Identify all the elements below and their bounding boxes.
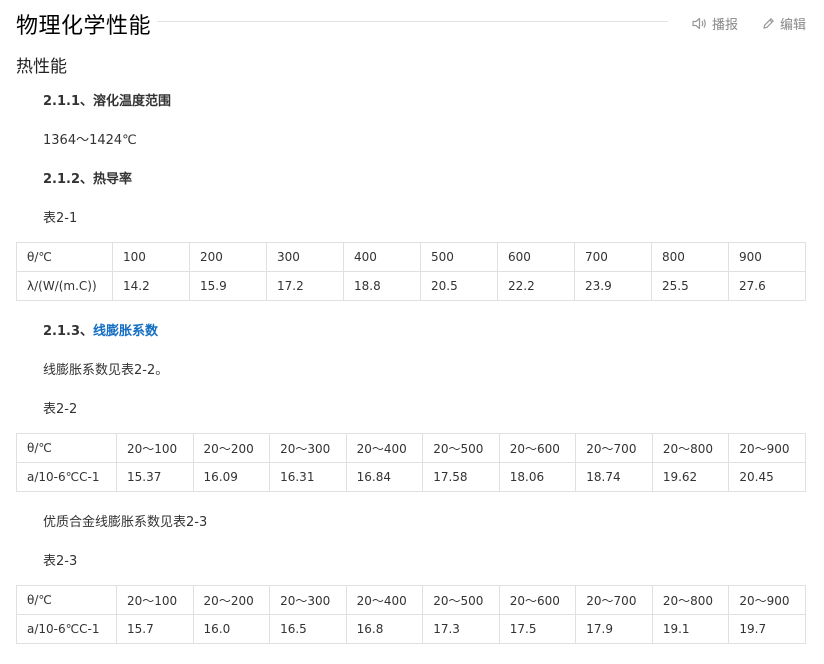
table-cell: 20～400 (345, 585, 424, 615)
table-cell: 100 (112, 242, 190, 272)
table-cell: 20～300 (269, 433, 347, 463)
table-cell: 16.0 (192, 614, 271, 644)
table-cell: 700 (574, 242, 652, 272)
table-cell: λ/(W/(m.C)) (16, 271, 113, 301)
table-cell: 400 (343, 242, 421, 272)
table-cell: 18.8 (343, 271, 421, 301)
table-cell: 20～900 (728, 585, 806, 615)
table-cell: a/10-6℃C-1 (16, 462, 117, 492)
speaker-icon (692, 17, 706, 30)
table-cell: θ/℃ (16, 242, 113, 272)
pencil-icon (763, 18, 774, 29)
section-header: 物理化学性能 播报 编辑 (16, 6, 810, 39)
table-cell: 16.5 (269, 614, 347, 644)
table-cell: θ/℃ (16, 433, 117, 463)
table-cell: 300 (266, 242, 344, 272)
play-button[interactable]: 播报 (692, 14, 738, 33)
table-cell: 25.5 (651, 271, 729, 301)
table-cell: 20.5 (420, 271, 498, 301)
edit-button[interactable]: 编辑 (762, 14, 806, 33)
table-cell: 20.45 (728, 462, 806, 492)
table-cell: 20～500 (422, 585, 500, 615)
table-cell: 19.1 (651, 614, 730, 644)
table-cell: 16.09 (192, 462, 271, 492)
table-cell: 20～200 (192, 433, 271, 463)
expansion-heading-number: 2.1.3、 (43, 324, 94, 339)
table-cell: 17.9 (575, 614, 653, 644)
table-cell: 17.2 (266, 271, 344, 301)
table-row: a/10-6℃C-1 15.37 16.09 16.31 16.84 17.58… (16, 462, 806, 492)
table-cell: 19.62 (651, 462, 730, 492)
table-cell: 200 (189, 242, 267, 272)
table-cell: 20～400 (345, 433, 424, 463)
table-cell: a/10-6℃C-1 (16, 614, 117, 644)
table-cell: 17.58 (422, 462, 500, 492)
table-cell: 20～300 (269, 585, 347, 615)
table-cell: 22.2 (497, 271, 575, 301)
expansion-text: 线膨胀系数见表2-2。 (43, 363, 169, 378)
table-cell: 16.84 (345, 462, 424, 492)
table-cell: 500 (420, 242, 498, 272)
table-cell: 20～600 (498, 433, 577, 463)
table-cell: 20～700 (575, 433, 653, 463)
title-divider (157, 21, 668, 22)
table-cell: 20～500 (422, 433, 500, 463)
table-cell: 15.37 (116, 462, 194, 492)
table-cell: 16.8 (345, 614, 424, 644)
thermal-conductivity-table: θ/℃ 100 200 300 400 500 600 700 800 900 … (16, 242, 806, 301)
table-row: θ/℃ 20～100 20～200 20～300 20～400 20～500 2… (16, 433, 806, 463)
table-cell: 16.31 (269, 462, 347, 492)
table-row: a/10-6℃C-1 15.7 16.0 16.5 16.8 17.3 17.5… (16, 614, 806, 644)
melting-range-value: 1364～1424℃ (43, 133, 137, 148)
table-cell: 20～600 (498, 585, 577, 615)
table-cell: 27.6 (728, 271, 806, 301)
table-cell: 900 (728, 242, 806, 272)
alloy-expansion-table: θ/℃ 20～100 20～200 20～300 20～400 20～500 2… (16, 585, 806, 644)
expansion-heading: 2.1.3、线膨胀系数 (43, 320, 158, 339)
edit-label: 编辑 (780, 18, 807, 33)
table-caption-2-3: 表2-3 (43, 554, 78, 569)
page-title: 物理化学性能 (16, 14, 152, 39)
table-caption-2-2: 表2-2 (43, 402, 78, 417)
table-cell: 15.9 (189, 271, 267, 301)
table-cell: 15.7 (116, 614, 194, 644)
table-cell: 20～900 (728, 433, 806, 463)
thermal-conductivity-heading: 2.1.2、热导率 (43, 172, 133, 187)
melting-range-heading: 2.1.1、溶化温度范围 (43, 94, 172, 109)
table-cell: 20～100 (116, 433, 194, 463)
table-cell: 19.7 (728, 614, 806, 644)
table-caption-2-1: 表2-1 (43, 211, 78, 226)
table-cell: 23.9 (574, 271, 652, 301)
table-cell: 20～700 (575, 585, 653, 615)
play-label: 播报 (712, 18, 739, 33)
table-cell: 18.06 (498, 462, 577, 492)
section-title: 热性能 (16, 57, 67, 77)
table-cell: 800 (651, 242, 729, 272)
table-cell: 600 (497, 242, 575, 272)
table-row: θ/℃ 20～100 20～200 20～300 20～400 20～500 2… (16, 585, 806, 615)
table-row: λ/(W/(m.C)) 14.2 15.9 17.2 18.8 20.5 22.… (16, 271, 806, 301)
expansion-coefficient-table: θ/℃ 20～100 20～200 20～300 20～400 20～500 2… (16, 433, 806, 492)
alloy-expansion-text: 优质合金线膨胀系数见表2-3 (43, 515, 208, 530)
table-row: θ/℃ 100 200 300 400 500 600 700 800 900 (16, 242, 806, 272)
table-cell: 20～200 (192, 585, 271, 615)
table-cell: 14.2 (112, 271, 190, 301)
table-cell: 18.74 (575, 462, 653, 492)
table-cell: 20～100 (116, 585, 194, 615)
table-cell: 17.3 (422, 614, 500, 644)
table-cell: 20～800 (651, 433, 730, 463)
table-cell: 20～800 (651, 585, 730, 615)
table-cell: θ/℃ (16, 585, 117, 615)
article-page: 物理化学性能 播报 编辑 热性能 2.1.1、溶化温度范围 1364～1424℃… (0, 0, 824, 664)
table-cell: 17.5 (498, 614, 577, 644)
expansion-coefficient-link[interactable]: 线膨胀系数 (93, 324, 158, 339)
